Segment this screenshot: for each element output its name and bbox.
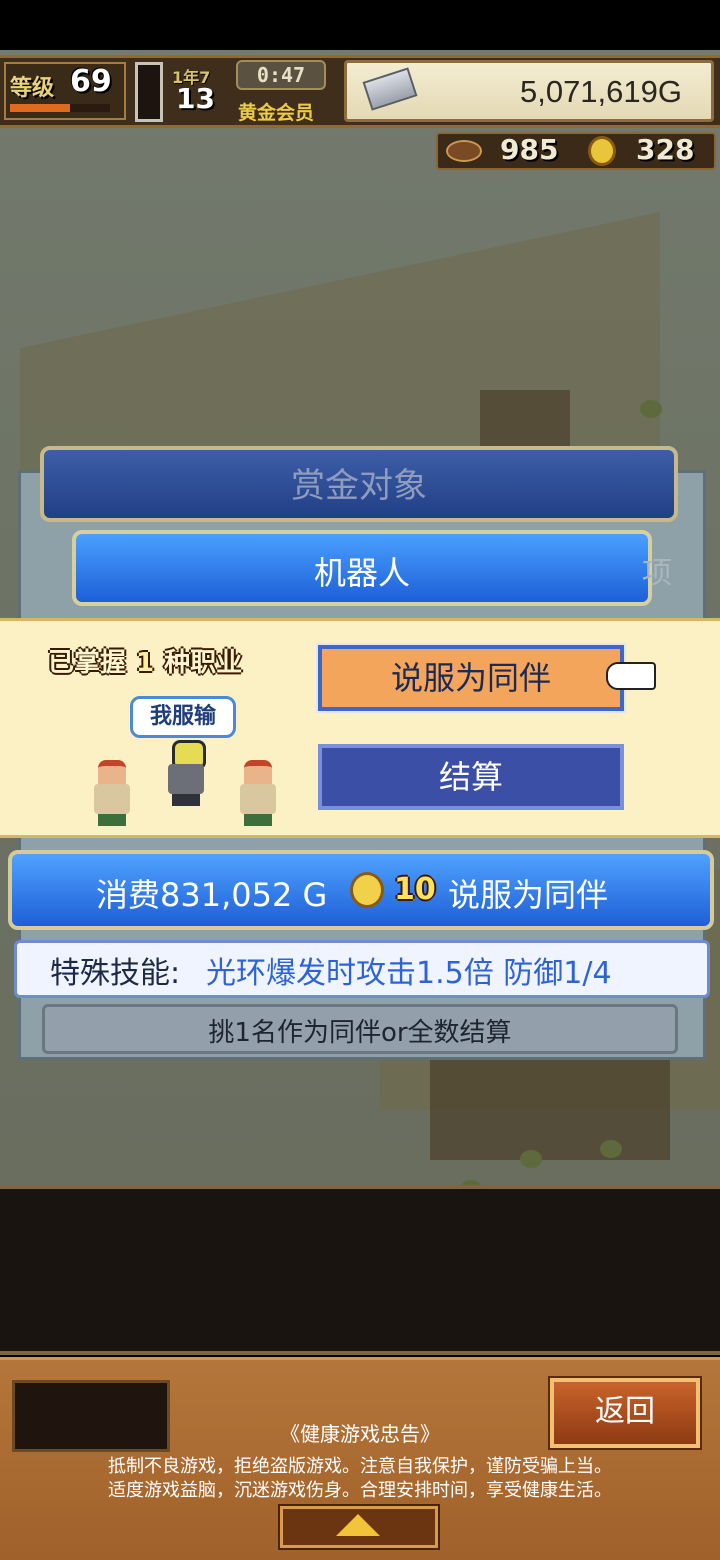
pointing-hand-icon bbox=[606, 662, 656, 690]
medal-coin-icon bbox=[588, 136, 616, 166]
speech-bubble: 我服输 bbox=[130, 696, 236, 738]
health-notice-line2: 适度游戏益脑，沉迷游戏伤身。合理安排时间，享受健康生活。 bbox=[108, 1480, 612, 1501]
side-text: 项 bbox=[642, 556, 672, 591]
mastered-jobs-text: 已掌握 1 种职业 bbox=[48, 642, 242, 679]
ally-sprite-left bbox=[88, 760, 136, 826]
battery-icon bbox=[135, 62, 163, 122]
game-clock: 0:47 bbox=[236, 60, 326, 90]
mastered-suffix: 种职业 bbox=[164, 648, 243, 678]
level-progress-fill bbox=[10, 104, 70, 112]
up-arrow-icon bbox=[336, 1514, 380, 1536]
ally-sprite-right bbox=[234, 760, 282, 826]
membership-badge[interactable]: 黄金会员 bbox=[238, 98, 314, 125]
hint-text: 挑1名作为同伴or全数结算 bbox=[208, 1018, 512, 1048]
health-notice-line1: 抵制不良游戏，拒绝盗版游戏。注意自我保护，谨防受骗上当。 bbox=[108, 1456, 612, 1477]
resource1-amount: 985 bbox=[500, 133, 559, 166]
level-label: 等级 bbox=[10, 76, 55, 101]
persuade-button[interactable]: 说服为同伴 bbox=[316, 643, 626, 713]
mastered-count: 1 bbox=[136, 648, 155, 678]
message-log bbox=[0, 1185, 720, 1355]
football-icon bbox=[446, 140, 482, 162]
health-notice-title: 《健康游戏忠告》 bbox=[280, 1422, 440, 1446]
coin-count: 10 bbox=[394, 872, 436, 907]
gold-amount: 5,071,619G bbox=[519, 74, 682, 109]
dialog-title: 赏金对象 bbox=[291, 466, 427, 506]
skill-label: 特殊技能: bbox=[50, 956, 181, 991]
settle-button[interactable]: 结算 bbox=[318, 744, 624, 810]
year-value: 13 bbox=[176, 82, 215, 115]
skill-value: 光环爆发时攻击1.5倍 防御1/4 bbox=[206, 956, 612, 991]
medal-coin-icon bbox=[350, 872, 384, 908]
robot-sprite bbox=[162, 740, 210, 806]
resource2-amount: 328 bbox=[636, 133, 695, 166]
cost-suffix: 说服为同伴 bbox=[448, 876, 609, 914]
cost-text: 消费831,052 G bbox=[96, 876, 328, 914]
target-name: 机器人 bbox=[313, 554, 410, 592]
mastered-prefix: 已掌握 bbox=[48, 648, 127, 678]
level-value: 69 bbox=[70, 64, 112, 99]
